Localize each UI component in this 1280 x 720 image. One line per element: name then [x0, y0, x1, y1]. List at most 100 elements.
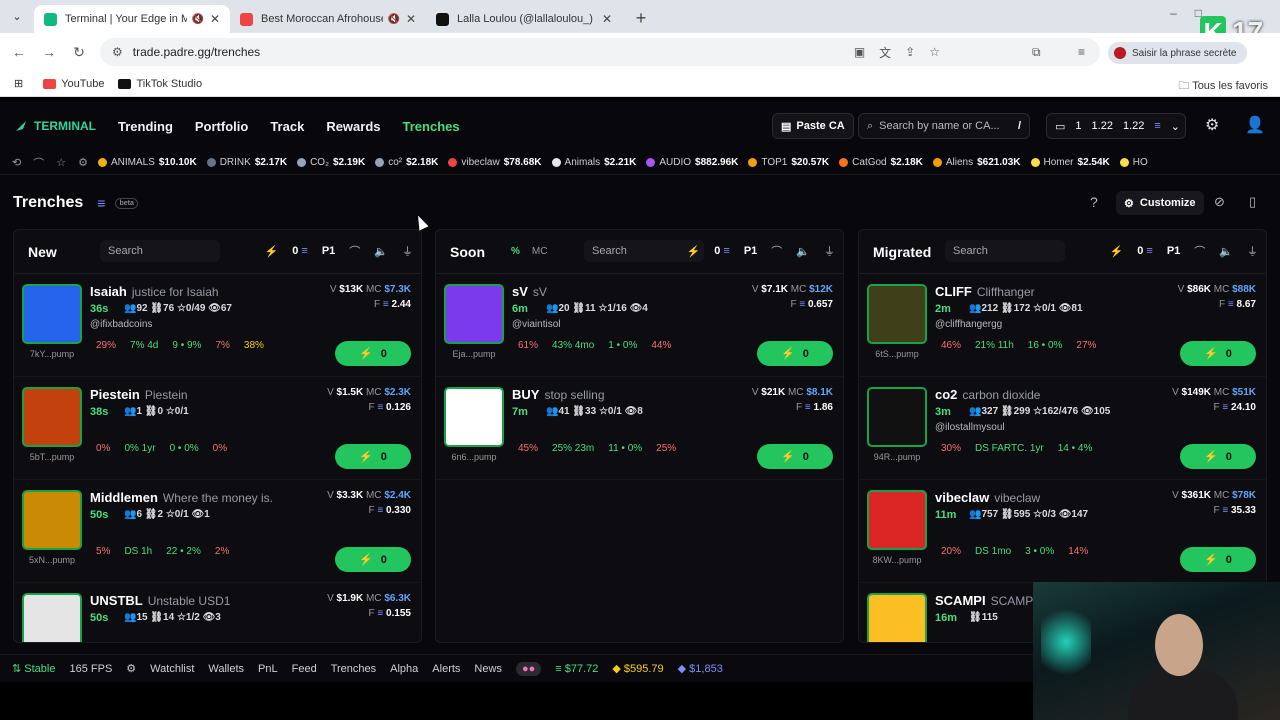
- token-card[interactable]: 94R...pump co2 carbon dioxide 3m 👥327 ⛓29…: [859, 377, 1266, 480]
- ticker-item[interactable]: Aliens $621.03K: [932, 157, 1021, 168]
- quick-buy-button[interactable]: ⚡ 0: [335, 444, 411, 469]
- nav-portfolio[interactable]: Portfolio: [195, 119, 248, 134]
- paste-ca-button[interactable]: ▤ Paste CA: [772, 113, 854, 139]
- close-tab-icon[interactable]: ✕: [602, 12, 612, 26]
- global-search-input[interactable]: ⌕ Search by name or CA... /: [858, 113, 1030, 139]
- settings-icon[interactable]: ⚙: [1205, 115, 1219, 135]
- tab-terminal[interactable]: Terminal | Your Edge in Me 🔇 ✕: [34, 5, 230, 33]
- token-card[interactable]: 5xN...pump Middlemen Where the money is. …: [14, 480, 421, 583]
- extensions-icon[interactable]: ⧉: [1032, 45, 1041, 60]
- nav-trenches[interactable]: Trenches: [403, 119, 460, 134]
- preset-button[interactable]: P1: [322, 245, 335, 257]
- quick-buy-button[interactable]: ⚡ 0: [757, 444, 833, 469]
- token-avatar[interactable]: [867, 593, 927, 642]
- token-symbol[interactable]: Middlemen: [90, 490, 158, 505]
- sound-icon[interactable]: 🔈: [1219, 245, 1233, 258]
- token-address[interactable]: 94R...pump: [867, 452, 927, 462]
- token-address[interactable]: 8KW...pump: [867, 555, 927, 565]
- hide-icon[interactable]: ⊘: [1214, 194, 1225, 210]
- column-search-input[interactable]: Search: [100, 240, 220, 262]
- chart-icon[interactable]: ⌒: [1194, 243, 1205, 259]
- token-card[interactable]: 8KW...pump vibeclaw vibeclaw 11m 👥757 ⛓59…: [859, 480, 1266, 583]
- bottom-link-watchlist[interactable]: Watchlist: [150, 663, 194, 675]
- preset-button[interactable]: P1: [1167, 245, 1180, 257]
- token-avatar[interactable]: [867, 387, 927, 447]
- bottom-link-news[interactable]: News: [474, 663, 502, 675]
- filter-icon[interactable]: ⏚: [824, 243, 835, 259]
- token-address[interactable]: 5xN...pump: [22, 555, 82, 565]
- customize-button[interactable]: ⚙ Customize: [1116, 191, 1204, 215]
- gear-icon[interactable]: ⚙: [126, 662, 136, 675]
- token-avatar[interactable]: [867, 490, 927, 550]
- token-avatar[interactable]: [867, 284, 927, 344]
- bottom-link-alerts[interactable]: Alerts: [432, 663, 460, 675]
- forward-icon[interactable]: →: [34, 44, 64, 60]
- token-symbol[interactable]: CLIFF: [935, 284, 972, 299]
- token-handle[interactable]: @ilostallmysoul: [935, 422, 1005, 433]
- preset-button[interactable]: P1: [744, 245, 757, 257]
- tab-tiktok[interactable]: Lalla Loulou (@lallaloulou_) est ✕: [426, 5, 622, 33]
- quick-buy-button[interactable]: ⚡ 0: [1180, 547, 1256, 572]
- chart-icon[interactable]: ⌒: [771, 243, 782, 259]
- token-avatar[interactable]: [22, 593, 82, 642]
- token-handle[interactable]: @cliffhangergg: [935, 319, 1002, 330]
- token-card[interactable]: 6n6...pump BUY stop selling 7m 👥41 ⛓33 ☆0…: [436, 377, 843, 480]
- url-bar[interactable]: ⚙ trade.padre.gg/trenches ▣ 文 ⇪ ☆ ⧉ ≡: [100, 38, 1100, 66]
- token-card[interactable]: 6tS...pump CLIFF Cliffhanger 2m 👥212 ⛓172…: [859, 274, 1266, 377]
- token-avatar[interactable]: [444, 284, 504, 344]
- token-address[interactable]: 5bT...pump: [22, 452, 82, 462]
- quick-buy-button[interactable]: ⚡ 0: [1180, 444, 1256, 469]
- token-avatar[interactable]: [22, 490, 82, 550]
- ticker-item[interactable]: CO₂ $2.19K: [297, 157, 365, 168]
- mute-icon[interactable]: 🔇: [191, 14, 203, 25]
- help-icon[interactable]: ?: [1090, 194, 1098, 210]
- history-icon[interactable]: ⟲: [12, 156, 21, 169]
- solana-icon[interactable]: ≡: [97, 195, 105, 211]
- close-tab-icon[interactable]: ✕: [210, 12, 220, 26]
- cast-icon[interactable]: ▣: [854, 45, 865, 59]
- ticker-item[interactable]: Animals $2.21K: [551, 157, 636, 168]
- passkey-button[interactable]: Saisir la phrase secrète: [1108, 42, 1247, 64]
- wallet-selector[interactable]: ▭ 1 1.22 1.22 ≡ ⌄: [1046, 113, 1186, 139]
- lightning-icon[interactable]: ⚡: [265, 245, 279, 258]
- quick-buy-amount[interactable]: 0 ≡: [292, 245, 308, 257]
- install-icon[interactable]: ⇪: [905, 45, 915, 59]
- filter-icon[interactable]: ⏚: [1247, 243, 1258, 259]
- token-symbol[interactable]: Isaiah: [90, 284, 127, 299]
- ticker-item[interactable]: vibeclaw $78.68K: [448, 157, 542, 168]
- token-symbol[interactable]: UNSTBL: [90, 593, 143, 608]
- token-card[interactable]: 5bT...pump Piestein Piestein 38s 👥1 ⛓0 ☆0…: [14, 377, 421, 480]
- quick-buy-button[interactable]: ⚡ 0: [1180, 341, 1256, 366]
- user-icon[interactable]: 👤: [1245, 115, 1265, 135]
- ticker-item[interactable]: ANIMALS $10.10K: [97, 157, 197, 168]
- mute-icon[interactable]: 🔇: [387, 14, 399, 25]
- token-avatar[interactable]: [22, 284, 82, 344]
- new-tab-button[interactable]: +: [628, 5, 654, 33]
- site-info-icon[interactable]: ⚙: [112, 45, 123, 59]
- token-card[interactable]: UNSTBL Unstable USD1 50s 👥15 ⛓14 ☆1/2 👁3 …: [14, 583, 421, 642]
- ticker-item[interactable]: Homer $2.54K: [1030, 157, 1110, 168]
- bottom-link-alpha[interactable]: Alpha: [390, 663, 418, 675]
- ticker-item[interactable]: CatGod $2.18K: [839, 157, 923, 168]
- column-search-input[interactable]: Search: [945, 240, 1065, 262]
- nav-rewards[interactable]: Rewards: [326, 119, 380, 134]
- quick-buy-button[interactable]: ⚡ 0: [757, 341, 833, 366]
- token-address[interactable]: 6n6...pump: [444, 452, 504, 462]
- nav-trending[interactable]: Trending: [118, 119, 173, 134]
- token-card[interactable]: Eja...pump sV sV 6m 👥20 ⛓11 ☆1/16 👁4 @via…: [436, 274, 843, 377]
- token-symbol[interactable]: sV: [512, 284, 528, 299]
- quick-buy-amount[interactable]: 0 ≡: [1137, 245, 1153, 257]
- ticker-item[interactable]: DRINK $2.17K: [206, 157, 287, 168]
- token-avatar[interactable]: [444, 387, 504, 447]
- terminal-logo[interactable]: TERMINAL: [14, 119, 96, 133]
- bookmark-youtube[interactable]: YouTube: [43, 78, 104, 90]
- bottom-link-trenches[interactable]: Trenches: [331, 663, 376, 675]
- token-symbol[interactable]: BUY: [512, 387, 539, 402]
- token-address[interactable]: 7kY...pump: [22, 349, 82, 359]
- back-icon[interactable]: ←: [4, 44, 34, 60]
- token-card[interactable]: 7kY...pump Isaiah justice for Isaiah 36s …: [14, 274, 421, 377]
- chart-icon[interactable]: ⌒: [33, 155, 44, 171]
- reload-icon[interactable]: ↻: [64, 44, 94, 61]
- tab-search-icon[interactable]: ⌄: [0, 0, 34, 33]
- bookmark-icon[interactable]: ▯: [1249, 194, 1256, 210]
